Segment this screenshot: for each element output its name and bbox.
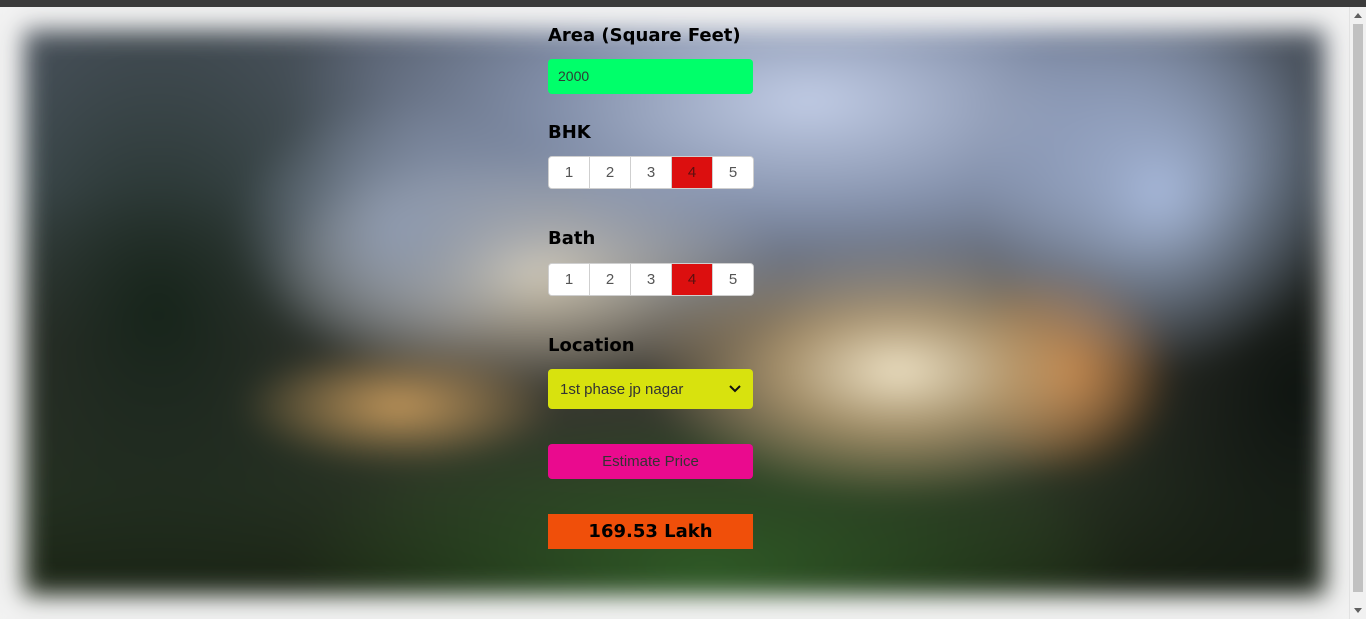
bath-option-4[interactable]: 4 bbox=[672, 264, 713, 295]
scroll-up-arrow-icon[interactable] bbox=[1350, 7, 1366, 23]
estimated-price-result: 169.53 Lakh bbox=[548, 514, 753, 549]
location-select-value: 1st phase jp nagar bbox=[560, 380, 684, 398]
area-label: Area (Square Feet) bbox=[548, 25, 741, 46]
page-viewport: Area (Square Feet) 2000 BHK 1 2 3 4 5 Ba… bbox=[0, 7, 1349, 619]
scroll-down-arrow-icon[interactable] bbox=[1350, 602, 1366, 618]
browser-top-bar bbox=[0, 0, 1366, 7]
bhk-option-2[interactable]: 2 bbox=[590, 157, 631, 188]
bath-option-2[interactable]: 2 bbox=[590, 264, 631, 295]
bhk-option-4[interactable]: 4 bbox=[672, 157, 713, 188]
bath-option-3[interactable]: 3 bbox=[631, 264, 672, 295]
bhk-option-1[interactable]: 1 bbox=[549, 157, 590, 188]
bhk-selector: 1 2 3 4 5 bbox=[548, 156, 754, 189]
bath-selector: 1 2 3 4 5 bbox=[548, 263, 754, 296]
bhk-label: BHK bbox=[548, 122, 591, 143]
bhk-option-5[interactable]: 5 bbox=[713, 157, 753, 188]
bath-option-1[interactable]: 1 bbox=[549, 264, 590, 295]
bath-option-5[interactable]: 5 bbox=[713, 264, 753, 295]
area-input[interactable]: 2000 bbox=[548, 59, 753, 94]
estimate-price-button[interactable]: Estimate Price bbox=[548, 444, 753, 479]
bhk-option-3[interactable]: 3 bbox=[631, 157, 672, 188]
page-scrollbar[interactable] bbox=[1349, 7, 1366, 619]
location-select[interactable]: 1st phase jp nagar bbox=[548, 369, 753, 409]
chevron-down-icon bbox=[729, 383, 741, 395]
bath-label: Bath bbox=[548, 228, 596, 249]
location-label: Location bbox=[548, 335, 635, 356]
scrollbar-thumb[interactable] bbox=[1353, 24, 1363, 592]
